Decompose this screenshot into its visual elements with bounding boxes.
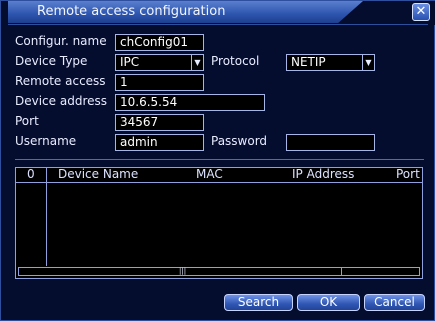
- chevron-down-icon[interactable]: ▼: [191, 55, 203, 70]
- port-label: Port: [15, 114, 39, 128]
- config-name-label: Configur. name: [15, 34, 107, 48]
- password-input[interactable]: [286, 134, 375, 151]
- close-icon: ✕: [415, 4, 427, 19]
- scrollbar-thumb[interactable]: |||: [19, 268, 342, 275]
- remote-access-dialog: Remote access configuration ✕ Configur. …: [0, 0, 435, 321]
- username-label: Username: [15, 134, 77, 148]
- username-input[interactable]: admin: [115, 134, 204, 151]
- port-input[interactable]: 34567: [115, 114, 204, 131]
- protocol-label: Protocol: [211, 54, 260, 68]
- column-separator: [46, 168, 47, 266]
- device-list-table: 0 Device Name MAC IP Address Port |||: [15, 167, 423, 279]
- horizontal-scrollbar[interactable]: |||: [18, 267, 420, 276]
- config-name-input[interactable]: chConfig01: [115, 34, 204, 51]
- device-address-input[interactable]: 10.6.5.54: [115, 94, 265, 111]
- password-label: Password: [211, 134, 268, 148]
- column-header-port[interactable]: Port: [396, 168, 420, 181]
- title-divider: [8, 24, 428, 25]
- device-address-label: Device address: [15, 94, 107, 108]
- remote-access-label: Remote access: [15, 74, 106, 88]
- scroll-grip-icon: |||: [179, 267, 187, 275]
- ok-button[interactable]: OK: [297, 294, 360, 311]
- section-divider: [15, 159, 424, 160]
- protocol-select[interactable]: NETIP ▼: [286, 54, 375, 71]
- title-bar: Remote access configuration ✕: [1, 1, 435, 25]
- column-header-device-name[interactable]: Device Name: [58, 168, 138, 181]
- table-header: 0 Device Name MAC IP Address Port: [16, 168, 422, 183]
- close-button[interactable]: ✕: [412, 3, 430, 21]
- device-type-label: Device Type: [15, 54, 88, 68]
- column-header-index[interactable]: 0: [27, 168, 35, 181]
- remote-access-input[interactable]: 1: [115, 74, 204, 91]
- cancel-button[interactable]: Cancel: [364, 294, 425, 311]
- device-type-select[interactable]: IPC ▼: [115, 54, 204, 71]
- protocol-value: NETIP: [291, 55, 326, 69]
- search-button[interactable]: Search: [224, 294, 293, 311]
- device-type-value: IPC: [120, 55, 140, 69]
- chevron-down-icon[interactable]: ▼: [362, 55, 374, 70]
- column-header-ip-address[interactable]: IP Address: [292, 168, 354, 181]
- column-header-mac[interactable]: MAC: [196, 168, 223, 181]
- window-title: Remote access configuration: [37, 4, 226, 19]
